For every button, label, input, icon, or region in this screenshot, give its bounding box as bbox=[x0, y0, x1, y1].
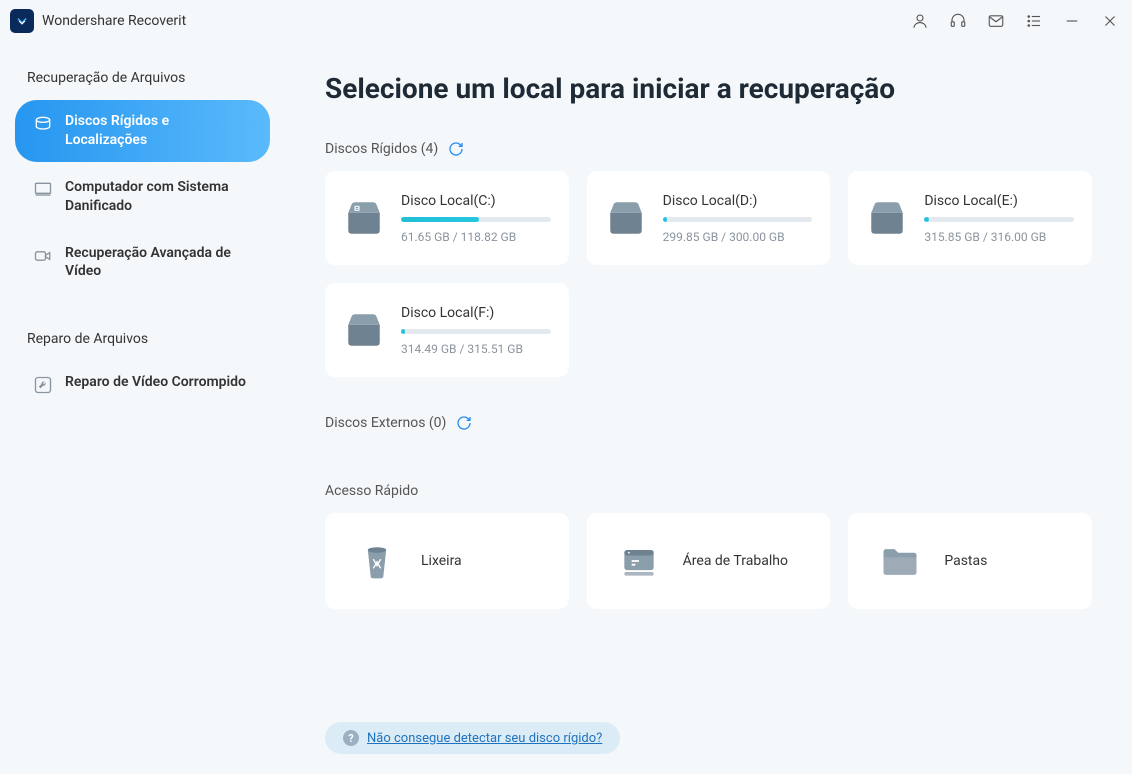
sidebar: Recuperação de Arquivos Discos Rígidos e… bbox=[0, 42, 285, 774]
quick-card-desktop[interactable]: Área de Trabalho bbox=[587, 513, 831, 609]
sidebar-item-label: Recuperação Avançada de Vídeo bbox=[65, 244, 252, 282]
disk-capacity: 299.85 GB / 300.00 GB bbox=[663, 230, 813, 244]
disk-name: Disco Local(F:) bbox=[401, 305, 551, 321]
disk-icon bbox=[343, 197, 385, 239]
mail-icon[interactable] bbox=[986, 11, 1006, 31]
sidebar-item-label: Discos Rígidos e Localizações bbox=[65, 112, 252, 150]
sidebar-item-crashed-computer[interactable]: Computador com Sistema Danificado bbox=[15, 166, 270, 228]
sidebar-item-video-repair[interactable]: Reparo de Vídeo Corrompido bbox=[15, 361, 270, 407]
disk-name: Disco Local(C:) bbox=[401, 193, 551, 209]
titlebar: Wondershare Recoverit bbox=[0, 0, 1132, 42]
page-title: Selecione um local para iniciar a recupe… bbox=[325, 72, 1092, 105]
disk-card-d[interactable]: Disco Local(D:) 299.85 GB / 300.00 GB bbox=[587, 171, 831, 265]
headset-icon[interactable] bbox=[948, 11, 968, 31]
quick-card-folders[interactable]: Pastas bbox=[848, 513, 1092, 609]
help-pill[interactable]: ? Não consegue detectar seu disco rígido… bbox=[325, 722, 620, 754]
capacity-bar bbox=[924, 217, 1074, 222]
disk-icon bbox=[343, 309, 385, 351]
external-disks-label: Discos Externos (0) bbox=[325, 415, 446, 431]
disk-capacity: 314.49 GB / 315.51 GB bbox=[401, 342, 551, 356]
desktop-icon bbox=[617, 539, 661, 583]
disk-card-c[interactable]: Disco Local(C:) 61.65 GB / 118.82 GB bbox=[325, 171, 569, 265]
video-camera-icon bbox=[33, 246, 53, 266]
disk-icon bbox=[605, 197, 647, 239]
quick-card-recycle-bin[interactable]: Lixeira bbox=[325, 513, 569, 609]
capacity-bar bbox=[663, 217, 813, 222]
sidebar-item-hard-disks[interactable]: Discos Rígidos e Localizações bbox=[15, 100, 270, 162]
quick-label: Pastas bbox=[944, 553, 987, 569]
recycle-bin-icon bbox=[355, 539, 399, 583]
disk-cards: Disco Local(C:) 61.65 GB / 118.82 GB Dis… bbox=[325, 171, 1092, 377]
disk-capacity: 61.65 GB / 118.82 GB bbox=[401, 230, 551, 244]
quick-access-cards: Lixeira Área de Trabalho Pastas bbox=[325, 513, 1092, 609]
capacity-bar bbox=[401, 329, 551, 334]
app-logo bbox=[10, 9, 34, 33]
disk-card-e[interactable]: Disco Local(E:) 315.85 GB / 316.00 GB bbox=[848, 171, 1092, 265]
user-icon[interactable] bbox=[910, 11, 930, 31]
help-icon: ? bbox=[343, 730, 359, 746]
wrench-icon bbox=[33, 375, 53, 395]
disk-capacity: 315.85 GB / 316.00 GB bbox=[924, 230, 1074, 244]
sidebar-section-title-repair: Reparo de Arquivos bbox=[15, 313, 270, 361]
hard-disk-icon bbox=[33, 114, 53, 134]
help-link[interactable]: Não consegue detectar seu disco rígido? bbox=[367, 731, 602, 746]
minimize-icon[interactable] bbox=[1062, 11, 1082, 31]
close-icon[interactable] bbox=[1100, 11, 1120, 31]
disk-name: Disco Local(D:) bbox=[663, 193, 813, 209]
folder-icon bbox=[878, 539, 922, 583]
capacity-bar bbox=[401, 217, 551, 222]
disk-icon bbox=[866, 197, 908, 239]
disk-card-f[interactable]: Disco Local(F:) 314.49 GB / 315.51 GB bbox=[325, 283, 569, 377]
sidebar-section-title-recovery: Recuperação de Arquivos bbox=[15, 52, 270, 100]
app-title: Wondershare Recoverit bbox=[42, 13, 186, 29]
hard-disks-label: Discos Rígidos (4) bbox=[325, 141, 438, 157]
monitor-icon bbox=[33, 180, 53, 200]
list-icon[interactable] bbox=[1024, 11, 1044, 31]
refresh-icon[interactable] bbox=[456, 415, 472, 431]
quick-access-label: Acesso Rápido bbox=[325, 483, 418, 499]
refresh-icon[interactable] bbox=[448, 141, 464, 157]
quick-label: Lixeira bbox=[421, 553, 462, 569]
sidebar-item-label: Reparo de Vídeo Corrompido bbox=[65, 373, 246, 392]
main-panel: Selecione um local para iniciar a recupe… bbox=[285, 42, 1132, 774]
sidebar-item-label: Computador com Sistema Danificado bbox=[65, 178, 252, 216]
quick-label: Área de Trabalho bbox=[683, 553, 788, 569]
sidebar-item-advanced-video[interactable]: Recuperação Avançada de Vídeo bbox=[15, 232, 270, 294]
disk-name: Disco Local(E:) bbox=[924, 193, 1074, 209]
